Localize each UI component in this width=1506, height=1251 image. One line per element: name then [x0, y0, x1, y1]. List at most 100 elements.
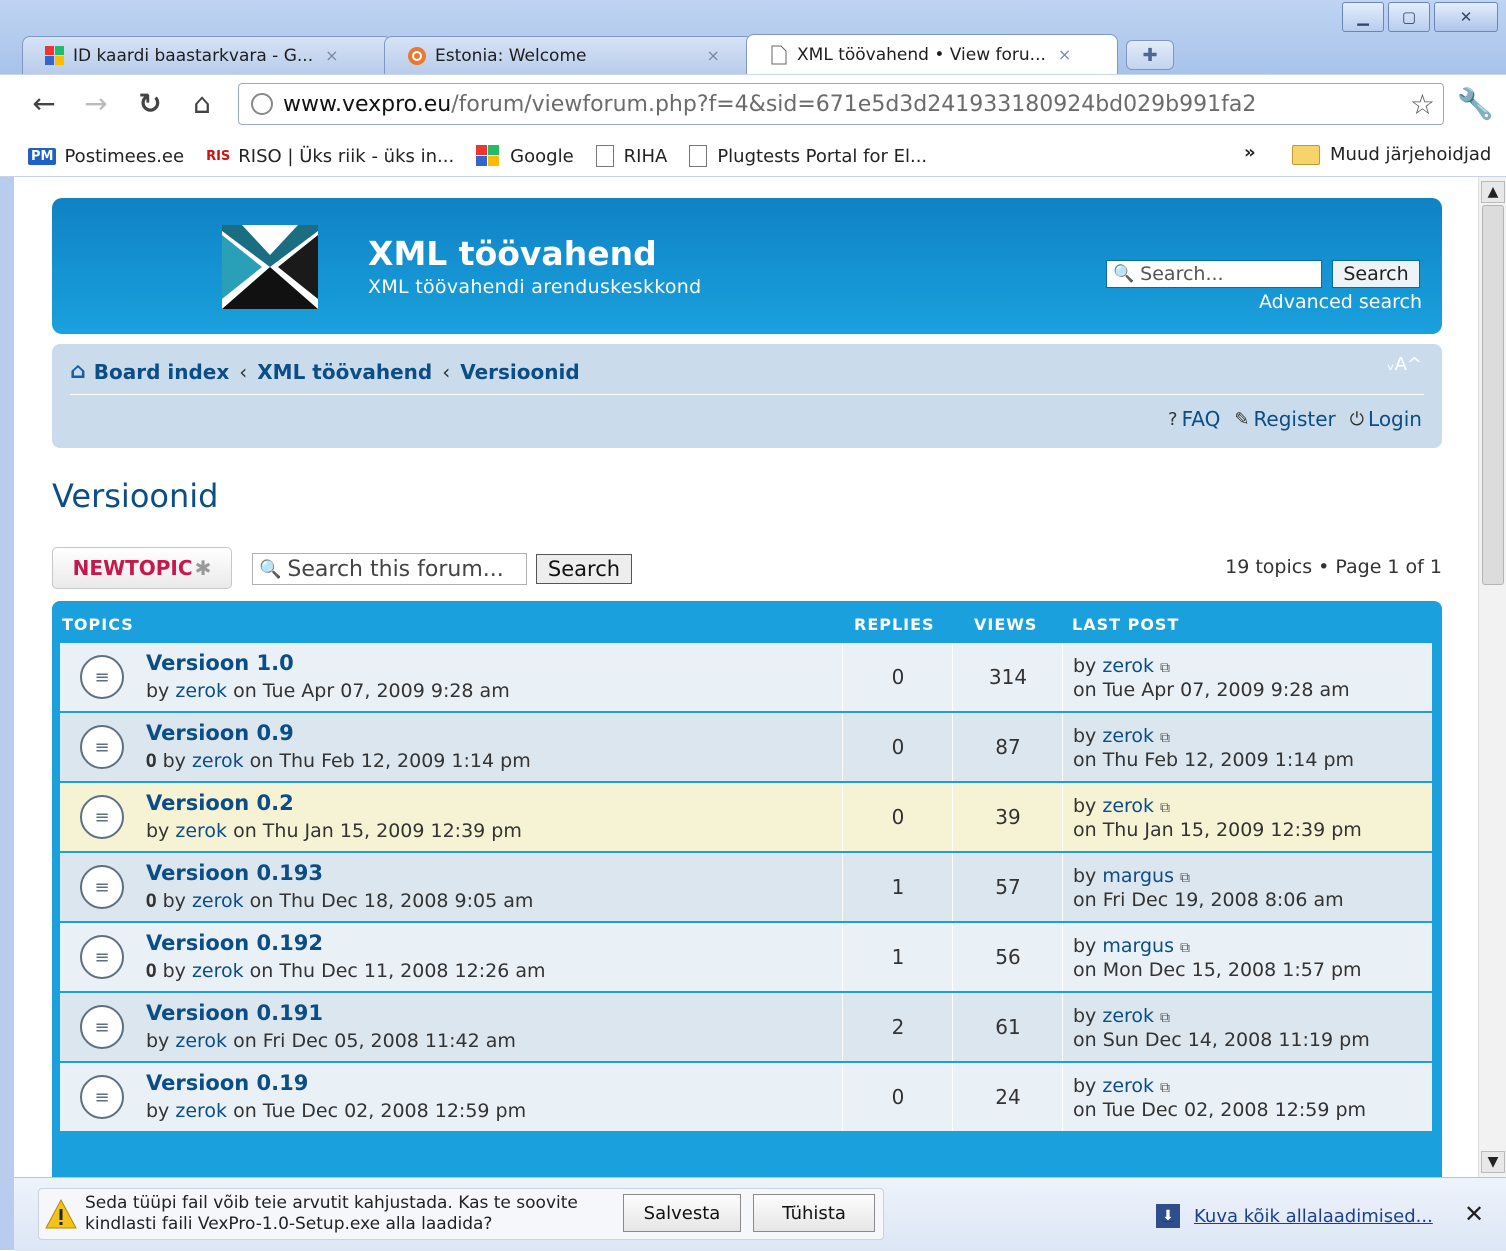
topic-title-link[interactable]: Versioon 0.192 [146, 931, 323, 955]
topic-author-line: 𝟎 by zerok on Thu Feb 12, 2009 1:14 pm [146, 750, 531, 772]
view-latest-post-icon[interactable]: ⧉ [1160, 1010, 1170, 1026]
wrench-icon[interactable]: 🔧 [1457, 87, 1494, 122]
last-post-cell: by zerok ⧉ on Sun Dec 14, 2008 11:19 pm [1062, 993, 1432, 1061]
view-latest-post-icon[interactable]: ⧉ [1180, 870, 1190, 886]
topic-title-link[interactable]: Versioon 0.9 [146, 721, 294, 745]
show-all-downloads-link[interactable]: ⬇ Kuva kõik allalaadimised... [1156, 1204, 1433, 1228]
bookmark-google[interactable]: Google [476, 145, 574, 167]
breadcrumb-xml-toovahend[interactable]: XML töövahend [257, 360, 432, 384]
forum-search-button[interactable]: Search [536, 554, 632, 584]
author-link[interactable]: zerok [175, 1030, 227, 1052]
views-count: 57 [952, 853, 1063, 921]
user-links: ? FAQ ✎ Register ⏻ Login [1154, 407, 1422, 431]
search-placeholder: Search... [1140, 263, 1224, 285]
topic-title-link[interactable]: Versioon 0.193 [146, 861, 323, 885]
last-post-author-link[interactable]: zerok [1102, 725, 1154, 747]
font-size-toggle[interactable]: ᵥA^ [1387, 354, 1422, 375]
minimize-button[interactable]: ▁ [1342, 2, 1384, 32]
header-last-post: LAST POST [1072, 615, 1180, 634]
scroll-down-icon[interactable]: ▼ [1481, 1151, 1505, 1173]
browser-chrome: ▁ ▢ ✕ ID kaardi baastarkvara - G... × Es… [0, 0, 1506, 177]
author-link[interactable]: zerok [175, 820, 227, 842]
cancel-button[interactable]: Tühista [753, 1194, 875, 1232]
register-link[interactable]: ✎ Register [1234, 407, 1335, 431]
header-search-button[interactable]: Search [1332, 260, 1420, 288]
close-icon[interactable]: ✕ [1464, 1200, 1484, 1228]
maximize-button[interactable]: ▢ [1388, 2, 1430, 32]
table-row[interactable]: ≡ Versioon 0.2 by zerok on Thu Jan 15, 200… [60, 783, 1432, 853]
view-latest-post-icon[interactable]: ⧉ [1160, 1080, 1170, 1096]
faq-link[interactable]: ? FAQ [1168, 407, 1220, 431]
vertical-scrollbar[interactable]: ▲ ▼ [1478, 177, 1506, 1177]
tab-xml-toovahend[interactable]: XML töövahend • View foru... × [746, 34, 1118, 74]
last-post-cell: by margus ⧉ on Fri Dec 19, 2008 8:06 am [1062, 853, 1432, 921]
tab-close-icon[interactable]: × [325, 46, 338, 65]
last-post-author-link[interactable]: zerok [1102, 795, 1154, 817]
save-button[interactable]: Salvesta [623, 1194, 741, 1232]
new-tab-button[interactable]: ✚ [1126, 40, 1174, 70]
last-post-date: on Mon Dec 15, 2008 1:57 pm [1073, 959, 1362, 981]
bookmarks-overflow-chevron-icon[interactable]: » [1244, 142, 1256, 163]
last-post-author-link[interactable]: zerok [1102, 1005, 1154, 1027]
tab-id-kaardi[interactable]: ID kaardi baastarkvara - G... × [22, 36, 392, 74]
table-row[interactable]: ≡ Versioon 0.193 𝟎 by zerok on Thu Dec 18, … [60, 853, 1432, 923]
faq-label: FAQ [1181, 407, 1221, 431]
bookmark-plugtests[interactable]: Plugtests Portal for El... [689, 145, 927, 167]
topic-title-link[interactable]: Versioon 1.0 [146, 651, 294, 675]
topic-title-link[interactable]: Versioon 0.2 [146, 791, 294, 815]
view-latest-post-icon[interactable]: ⧉ [1160, 800, 1170, 816]
tab-close-icon[interactable]: × [1058, 45, 1071, 64]
topic-title-link[interactable]: Versioon 0.191 [146, 1001, 323, 1025]
window-left-border [0, 177, 14, 1250]
bookmark-riso[interactable]: RIS RISO | Üks riik - üks in... [206, 146, 454, 167]
address-bar[interactable]: www.vexpro.eu/forum/viewforum.php?f=4&si… [238, 83, 1444, 125]
login-link[interactable]: ⏻ Login [1350, 407, 1422, 431]
table-row[interactable]: ≡ Versioon 1.0 by zerok on Tue Apr 07, 200… [60, 643, 1432, 713]
author-link[interactable]: zerok [192, 750, 244, 772]
bookmark-riha[interactable]: RIHA [595, 145, 667, 167]
last-post-cell: by zerok ⧉ on Tue Apr 07, 2009 9:28 am [1062, 643, 1432, 711]
author-link[interactable]: zerok [175, 680, 227, 702]
view-latest-post-icon[interactable]: ⧉ [1180, 940, 1190, 956]
author-link[interactable]: zerok [192, 890, 244, 912]
views-count: 39 [952, 783, 1063, 851]
topic-read-icon: ≡ [80, 935, 124, 979]
site-logo[interactable] [222, 225, 318, 309]
bookmark-star-icon[interactable]: ☆ [1410, 88, 1435, 121]
other-bookmarks-folder[interactable]: Muud järjehoidjad [1292, 144, 1491, 165]
reload-icon[interactable]: ↻ [130, 83, 170, 123]
back-icon[interactable]: ← [24, 83, 64, 123]
last-post-author-link[interactable]: zerok [1102, 655, 1154, 677]
forum-search-input[interactable]: 🔍 Search this forum... [252, 553, 527, 585]
close-window-button[interactable]: ✕ [1434, 2, 1498, 32]
scroll-up-icon[interactable]: ▲ [1481, 181, 1505, 203]
new-topic-button[interactable]: NEWTOPIC ✱ [52, 547, 232, 589]
breadcrumb-board-index[interactable]: Board index [94, 360, 230, 384]
last-post-author-link[interactable]: margus [1102, 935, 1174, 957]
table-row[interactable]: ≡ Versioon 0.191 by zerok on Fri Dec 05, 2… [60, 993, 1432, 1063]
tab-estonia-welcome[interactable]: Estonia: Welcome × [384, 36, 754, 74]
bookmark-label: Postimees.ee [64, 145, 185, 167]
last-post-author-link[interactable]: zerok [1102, 1075, 1154, 1097]
breadcrumb-versioonid[interactable]: Versioonid [460, 360, 579, 384]
author-link[interactable]: zerok [192, 960, 244, 982]
warning-icon [45, 1199, 77, 1229]
header-search-input[interactable]: 🔍 Search... [1106, 260, 1322, 288]
table-row[interactable]: ≡ Versioon 0.192 𝟎 by zerok on Thu Dec 11, … [60, 923, 1432, 993]
home-icon[interactable]: ⌂ [182, 83, 222, 123]
site-title[interactable]: XML töövahend [368, 234, 657, 273]
last-post-author-link[interactable]: margus [1102, 865, 1174, 887]
author-link[interactable]: zerok [175, 1100, 227, 1122]
tab-close-icon[interactable]: × [706, 46, 719, 65]
view-latest-post-icon[interactable]: ⧉ [1160, 660, 1170, 676]
page-title[interactable]: Versioonid [52, 477, 218, 515]
table-row[interactable]: ≡ Versioon 0.19 by zerok on Tue Dec 02, 20… [60, 1063, 1432, 1133]
table-row[interactable]: ≡ Versioon 0.9 𝟎 by zerok on Thu Feb 12, 20… [60, 713, 1432, 783]
forward-icon[interactable]: → [76, 83, 116, 123]
bookmark-postimees[interactable]: PM Postimees.ee [28, 146, 184, 167]
view-latest-post-icon[interactable]: ⧉ [1160, 730, 1170, 746]
topic-title-link[interactable]: Versioon 0.19 [146, 1071, 308, 1095]
advanced-search-link[interactable]: Advanced search [1259, 291, 1422, 313]
scrollbar-thumb[interactable] [1482, 205, 1504, 585]
page-icon [689, 145, 708, 167]
